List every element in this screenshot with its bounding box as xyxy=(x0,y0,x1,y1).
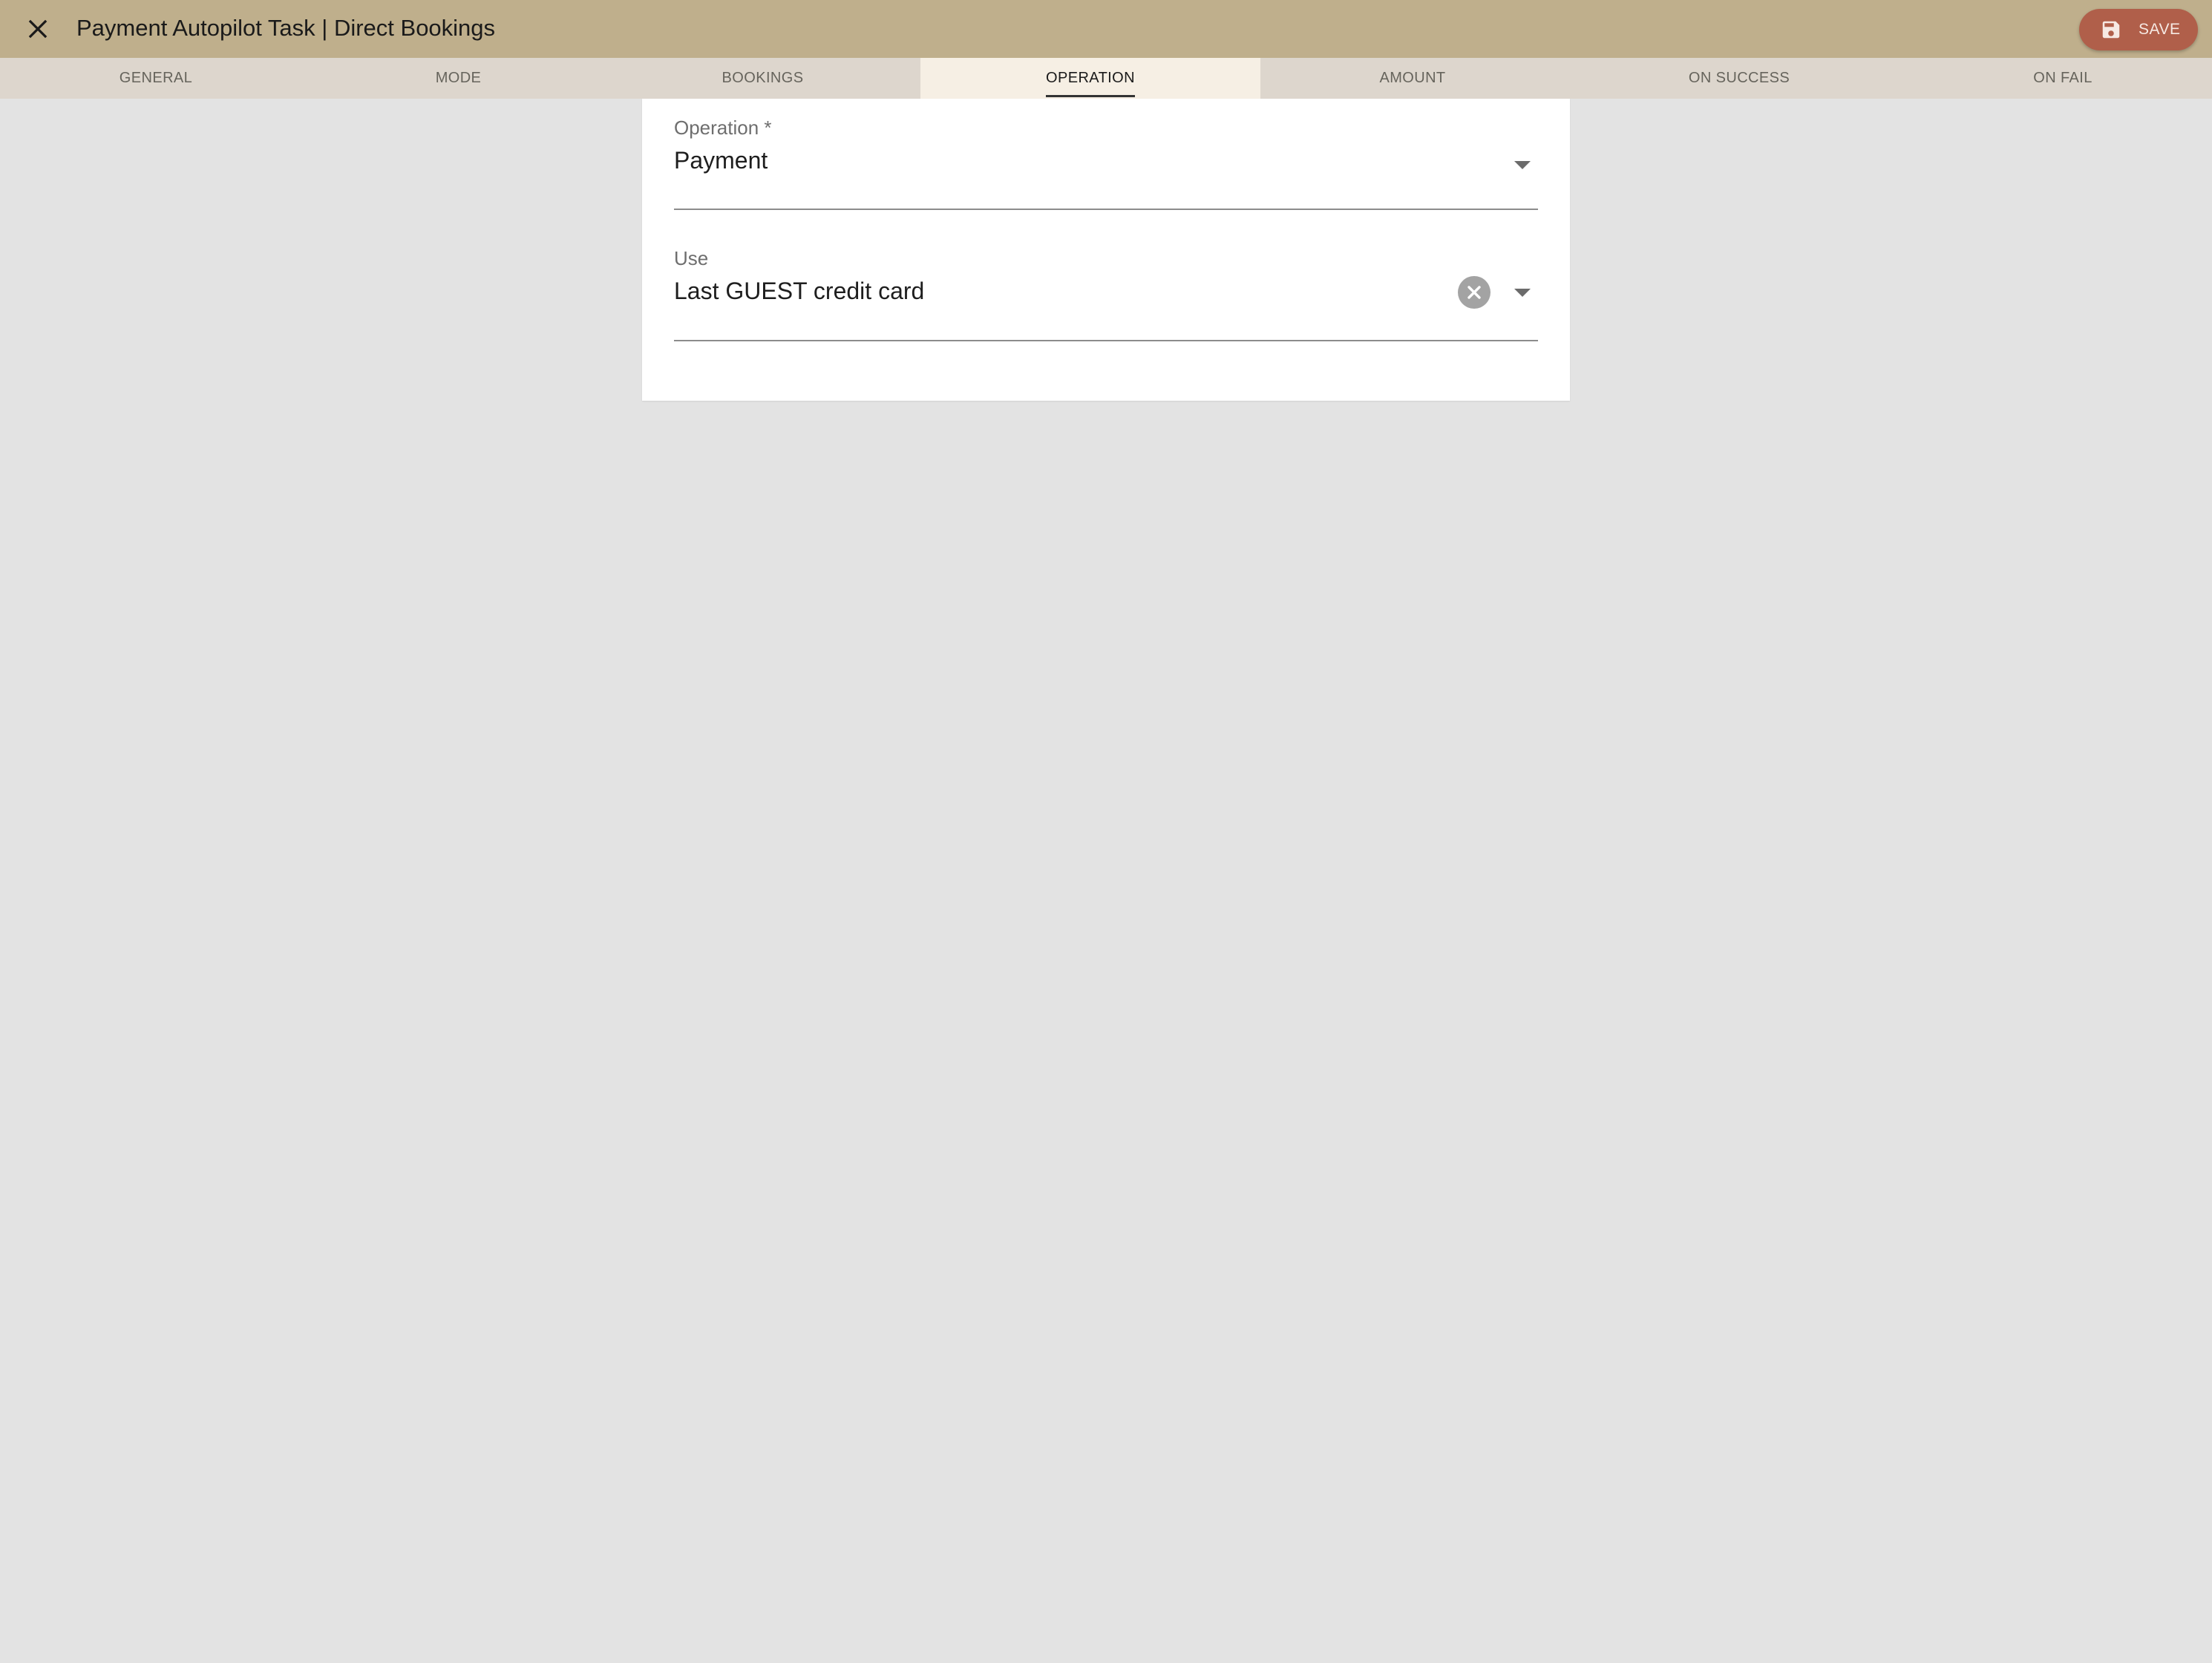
close-button[interactable] xyxy=(22,13,53,45)
tab-label: MODE xyxy=(435,70,482,86)
clear-selection-button[interactable] xyxy=(1458,276,1491,309)
operation-value: Payment xyxy=(674,147,768,174)
chevron-down-icon[interactable] xyxy=(1514,161,1531,169)
tab-operation[interactable]: OPERATION xyxy=(920,58,1260,99)
tab-general[interactable]: GENERAL xyxy=(0,58,312,99)
active-tab-indicator xyxy=(1046,95,1135,97)
tab-label: OPERATION xyxy=(1046,70,1135,97)
tab-on-success[interactable]: ON SUCCESS xyxy=(1565,58,1914,99)
clear-circle-icon xyxy=(1467,286,1481,299)
tab-label: ON FAIL xyxy=(2033,70,2092,86)
use-select[interactable]: Use Last GUEST credit card xyxy=(674,247,1538,341)
tab-amount[interactable]: AMOUNT xyxy=(1260,58,1565,99)
operation-label: Operation * xyxy=(674,117,772,139)
tab-label: AMOUNT xyxy=(1379,70,1446,86)
tab-label: ON SUCCESS xyxy=(1688,70,1790,86)
save-button[interactable]: SAVE xyxy=(2079,9,2198,50)
floppy-disk-icon xyxy=(2102,21,2120,39)
top-app-bar: Payment Autopilot Task | Direct Bookings… xyxy=(0,0,2212,58)
page-title: Payment Autopilot Task | Direct Bookings xyxy=(76,15,496,41)
tab-label: GENERAL xyxy=(119,70,193,86)
tab-on-fail[interactable]: ON FAIL xyxy=(1914,58,2212,99)
tab-mode[interactable]: MODE xyxy=(312,58,605,99)
close-icon xyxy=(28,19,48,39)
save-button-label: SAVE xyxy=(2139,21,2181,38)
tab-label: BOOKINGS xyxy=(721,70,804,86)
tab-bar: GENERAL MODE BOOKINGS OPERATION AMOUNT O… xyxy=(0,58,2212,99)
use-value: Last GUEST credit card xyxy=(674,278,925,304)
chevron-down-icon[interactable] xyxy=(1514,289,1531,297)
tab-label-text: OPERATION xyxy=(1046,70,1135,86)
operation-form-card: Operation * Payment Use Last GUEST credi… xyxy=(642,99,1570,401)
tab-bookings[interactable]: BOOKINGS xyxy=(605,58,920,99)
use-label: Use xyxy=(674,247,709,269)
operation-select[interactable]: Operation * Payment xyxy=(674,117,1538,210)
